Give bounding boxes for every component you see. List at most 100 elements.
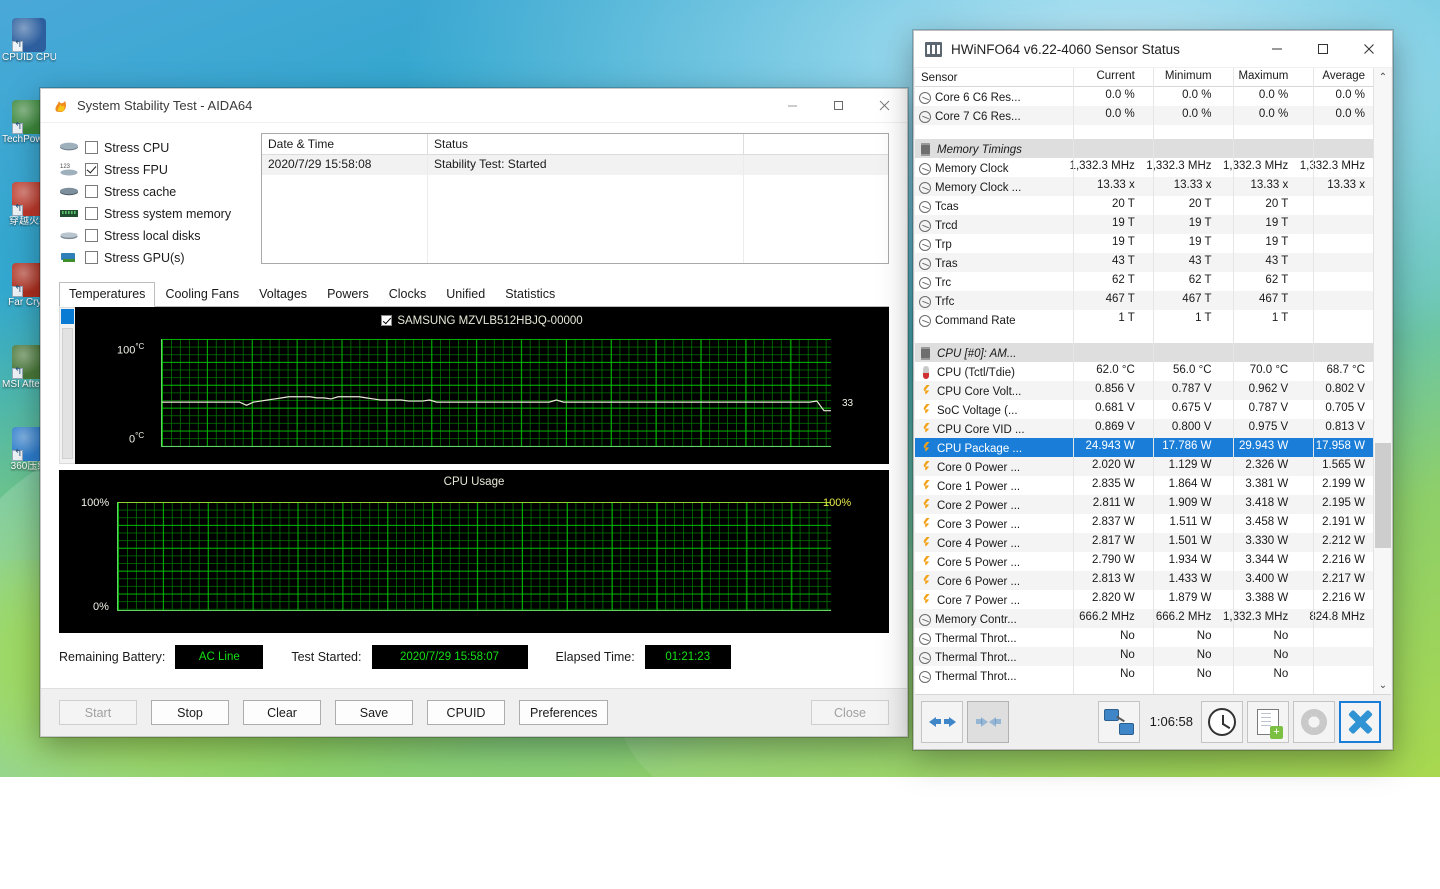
hwinfo-sensor-row[interactable]: Core 6 Power ...2.813 W1.433 W3.400 W2.2…: [915, 571, 1373, 590]
hwinfo-sensor-row[interactable]: Core 7 Power ...2.820 W1.879 W3.388 W2.2…: [915, 590, 1373, 609]
stress-option-stress-system-memory[interactable]: Stress system memory: [59, 203, 255, 224]
hwinfo-sensor-row[interactable]: CPU Package ...24.943 W17.786 W29.943 W1…: [915, 438, 1373, 457]
log-table-row[interactable]: [262, 195, 888, 215]
hwinfo-sensor-row[interactable]: Trc62 T62 T62 T: [915, 272, 1373, 291]
hwinfo-sensor-row[interactable]: CPU Core VID ...0.869 V0.800 V0.975 V0.8…: [915, 419, 1373, 438]
logging-interval-button[interactable]: [1201, 701, 1243, 743]
hwinfo-sensor-row[interactable]: Trfc467 T467 T467 T: [915, 291, 1373, 310]
start-logging-button[interactable]: [1247, 701, 1289, 743]
cpuid-button[interactable]: CPUID: [427, 700, 505, 725]
hwinfo-column-header-sensor[interactable]: Sensor: [915, 68, 1066, 86]
hwinfo-sensor-row[interactable]: Core 4 Power ...2.817 W1.501 W3.330 W2.2…: [915, 533, 1373, 552]
hwinfo-sensor-row[interactable]: Memory Clock ...13.33 x13.33 x13.33 x13.…: [915, 177, 1373, 196]
aida64-stability-test-window[interactable]: System Stability Test - AIDA64 Stress CP…: [40, 88, 908, 737]
stress-option-stress-fpu[interactable]: 123Stress FPU: [59, 159, 255, 180]
hwinfo-column-header-maximum[interactable]: Maximum: [1220, 68, 1297, 86]
tab-unified[interactable]: Unified: [436, 282, 495, 307]
scrollbar-track[interactable]: [62, 328, 73, 459]
scroll-down-arrow-icon[interactable]: ⌄: [1374, 676, 1392, 694]
hwinfo-column-header-current[interactable]: Current: [1066, 68, 1143, 86]
temperature-graph[interactable]: SAMSUNG MZVLB512HBJQ-00000 100°C 0°C 33: [75, 307, 889, 464]
temperature-sensor-scrollbar[interactable]: [59, 307, 75, 464]
aida64-maximize-button[interactable]: [815, 89, 861, 122]
hwinfo-sensor-row[interactable]: CPU Core Volt...0.856 V0.787 V0.962 V0.8…: [915, 381, 1373, 400]
log-table-body[interactable]: 2020/7/29 15:58:08Stability Test: Starte…: [262, 155, 888, 264]
hwinfo64-sensor-table[interactable]: SensorCurrentMinimumMaximumAverage Core …: [915, 68, 1373, 694]
tab-powers[interactable]: Powers: [317, 282, 379, 307]
tab-clocks[interactable]: Clocks: [379, 282, 437, 307]
stress-option-stress-gpu-s-checkbox[interactable]: [85, 251, 98, 264]
hwinfo-group-row[interactable]: CPU [#0]: AM...: [915, 343, 1373, 362]
aida64-close-button[interactable]: [861, 89, 907, 122]
hwinfo64-scrollbar-thumb[interactable]: [1375, 443, 1391, 548]
hwinfo64-sensor-status-window[interactable]: HWiNFO64 v6.22-4060 Sensor Status Sensor…: [913, 30, 1393, 750]
hwinfo-sensor-row[interactable]: Tras43 T43 T43 T: [915, 253, 1373, 272]
hwinfo-sensor-row[interactable]: Thermal Throt...NoNoNo: [915, 666, 1373, 685]
tab-temperatures[interactable]: Temperatures: [59, 282, 155, 307]
stress-option-stress-cpu-checkbox[interactable]: [85, 141, 98, 154]
log-table-row[interactable]: [262, 215, 888, 235]
hwinfo-sensor-row[interactable]: Trp19 T19 T19 T: [915, 234, 1373, 253]
log-column-header-0[interactable]: Date & Time: [262, 134, 428, 154]
hwinfo-column-header-average[interactable]: Average: [1296, 68, 1373, 86]
stress-option-stress-local-disks[interactable]: Stress local disks: [59, 225, 255, 246]
log-column-header-1[interactable]: Status: [428, 134, 744, 154]
hwinfo64-toolbar[interactable]: 1:06:58: [915, 694, 1391, 748]
scroll-up-arrow-icon[interactable]: ⌃: [1374, 68, 1392, 86]
hwinfo-sensor-row[interactable]: Trcd19 T19 T19 T: [915, 215, 1373, 234]
hwinfo-sensor-row[interactable]: Core 0 Power ...2.020 W1.129 W2.326 W1.5…: [915, 457, 1373, 476]
stop-button[interactable]: Stop: [151, 700, 229, 725]
hwinfo-sensor-row[interactable]: Memory Contr...666.2 MHz666.2 MHz1,332.3…: [915, 609, 1373, 628]
sensor-settings-button[interactable]: [1293, 701, 1335, 743]
temperature-series-checkbox[interactable]: [381, 315, 392, 326]
desktop-icon-cpuz[interactable]: CPUID CPU-Z: [2, 18, 56, 63]
collapse-sensors-button[interactable]: [967, 701, 1009, 743]
log-table-row[interactable]: [262, 235, 888, 255]
temperature-graph-title[interactable]: SAMSUNG MZVLB512HBJQ-00000: [75, 313, 889, 327]
hwinfo-sensor-row[interactable]: Thermal Throt...NoNoNo: [915, 647, 1373, 666]
clear-button[interactable]: Clear: [243, 700, 321, 725]
hwinfo64-vertical-scrollbar[interactable]: ⌃ ⌄: [1373, 68, 1391, 694]
cpu-usage-graph[interactable]: CPU Usage 100% 0% 100%: [59, 470, 889, 633]
hwinfo64-table-header[interactable]: SensorCurrentMinimumMaximumAverage: [915, 68, 1373, 87]
aida64-titlebar[interactable]: System Stability Test - AIDA64: [41, 89, 907, 123]
hwinfo64-maximize-button[interactable]: [1300, 33, 1346, 66]
previous-next-sensor-button[interactable]: [921, 701, 963, 743]
hwinfo64-minimize-button[interactable]: [1254, 33, 1300, 66]
scrollbar-thumb[interactable]: [61, 309, 74, 324]
hwinfo-sensor-row[interactable]: Command Rate1 T1 T1 T: [915, 310, 1373, 329]
hwinfo-sensor-row[interactable]: SoC Voltage (...0.681 V0.675 V0.787 V0.7…: [915, 400, 1373, 419]
stress-option-stress-cpu[interactable]: Stress CPU: [59, 137, 255, 158]
tab-cooling-fans[interactable]: Cooling Fans: [155, 282, 249, 307]
remote-sensors-button[interactable]: [1098, 701, 1140, 743]
stress-option-stress-cache-checkbox[interactable]: [85, 185, 98, 198]
log-table-row[interactable]: [262, 175, 888, 195]
log-table-row[interactable]: [262, 255, 888, 264]
tab-voltages[interactable]: Voltages: [249, 282, 317, 307]
hwinfo-sensor-row[interactable]: Core 5 Power ...2.790 W1.934 W3.344 W2.2…: [915, 552, 1373, 571]
hwinfo-sensor-row[interactable]: CPU (Tctl/Tdie)62.0 °C56.0 °C70.0 °C68.7…: [915, 362, 1373, 381]
save-button[interactable]: Save: [335, 700, 413, 725]
hwinfo-sensor-row[interactable]: Core 3 Power ...2.837 W1.511 W3.458 W2.1…: [915, 514, 1373, 533]
hwinfo64-table-body[interactable]: Core 6 C6 Res...0.0 %0.0 %0.0 %0.0 % Core…: [915, 87, 1373, 694]
stress-option-stress-gpu-s[interactable]: Stress GPU(s): [59, 247, 255, 268]
hwinfo64-titlebar[interactable]: HWiNFO64 v6.22-4060 Sensor Status: [914, 31, 1392, 67]
aida64-tab-bar[interactable]: TemperaturesCooling FansVoltagesPowersCl…: [59, 281, 889, 307]
hwinfo-sensor-row[interactable]: Thermal Throt...NoNoNo: [915, 628, 1373, 647]
hwinfo-group-row[interactable]: Memory Timings: [915, 139, 1373, 158]
hwinfo-sensor-row[interactable]: Core 2 Power ...2.811 W1.909 W3.418 W2.1…: [915, 495, 1373, 514]
hwinfo-column-header-minimum[interactable]: Minimum: [1143, 68, 1220, 86]
stability-log-table[interactable]: Date & TimeStatus 2020/7/29 15:58:08Stab…: [261, 133, 889, 264]
log-column-header-2[interactable]: [744, 134, 888, 154]
preferences-button[interactable]: Preferences: [519, 700, 608, 725]
stress-option-stress-fpu-checkbox[interactable]: [85, 163, 98, 176]
aida64-button-bar[interactable]: StartStopClearSaveCPUIDPreferencesClose: [41, 688, 907, 736]
hwinfo64-close-button[interactable]: [1346, 33, 1392, 66]
stress-option-stress-local-disks-checkbox[interactable]: [85, 229, 98, 242]
close-sensors-button[interactable]: [1339, 701, 1381, 743]
aida64-minimize-button[interactable]: [769, 89, 815, 122]
stress-options-list[interactable]: Stress CPU123Stress FPUStress cacheStres…: [59, 133, 255, 269]
hwinfo-sensor-row[interactable]: Tcas20 T20 T20 T: [915, 196, 1373, 215]
hwinfo-sensor-row[interactable]: Core 6 C6 Res...0.0 %0.0 %0.0 %0.0 %: [915, 87, 1373, 106]
log-table-row[interactable]: 2020/7/29 15:58:08Stability Test: Starte…: [262, 155, 888, 175]
